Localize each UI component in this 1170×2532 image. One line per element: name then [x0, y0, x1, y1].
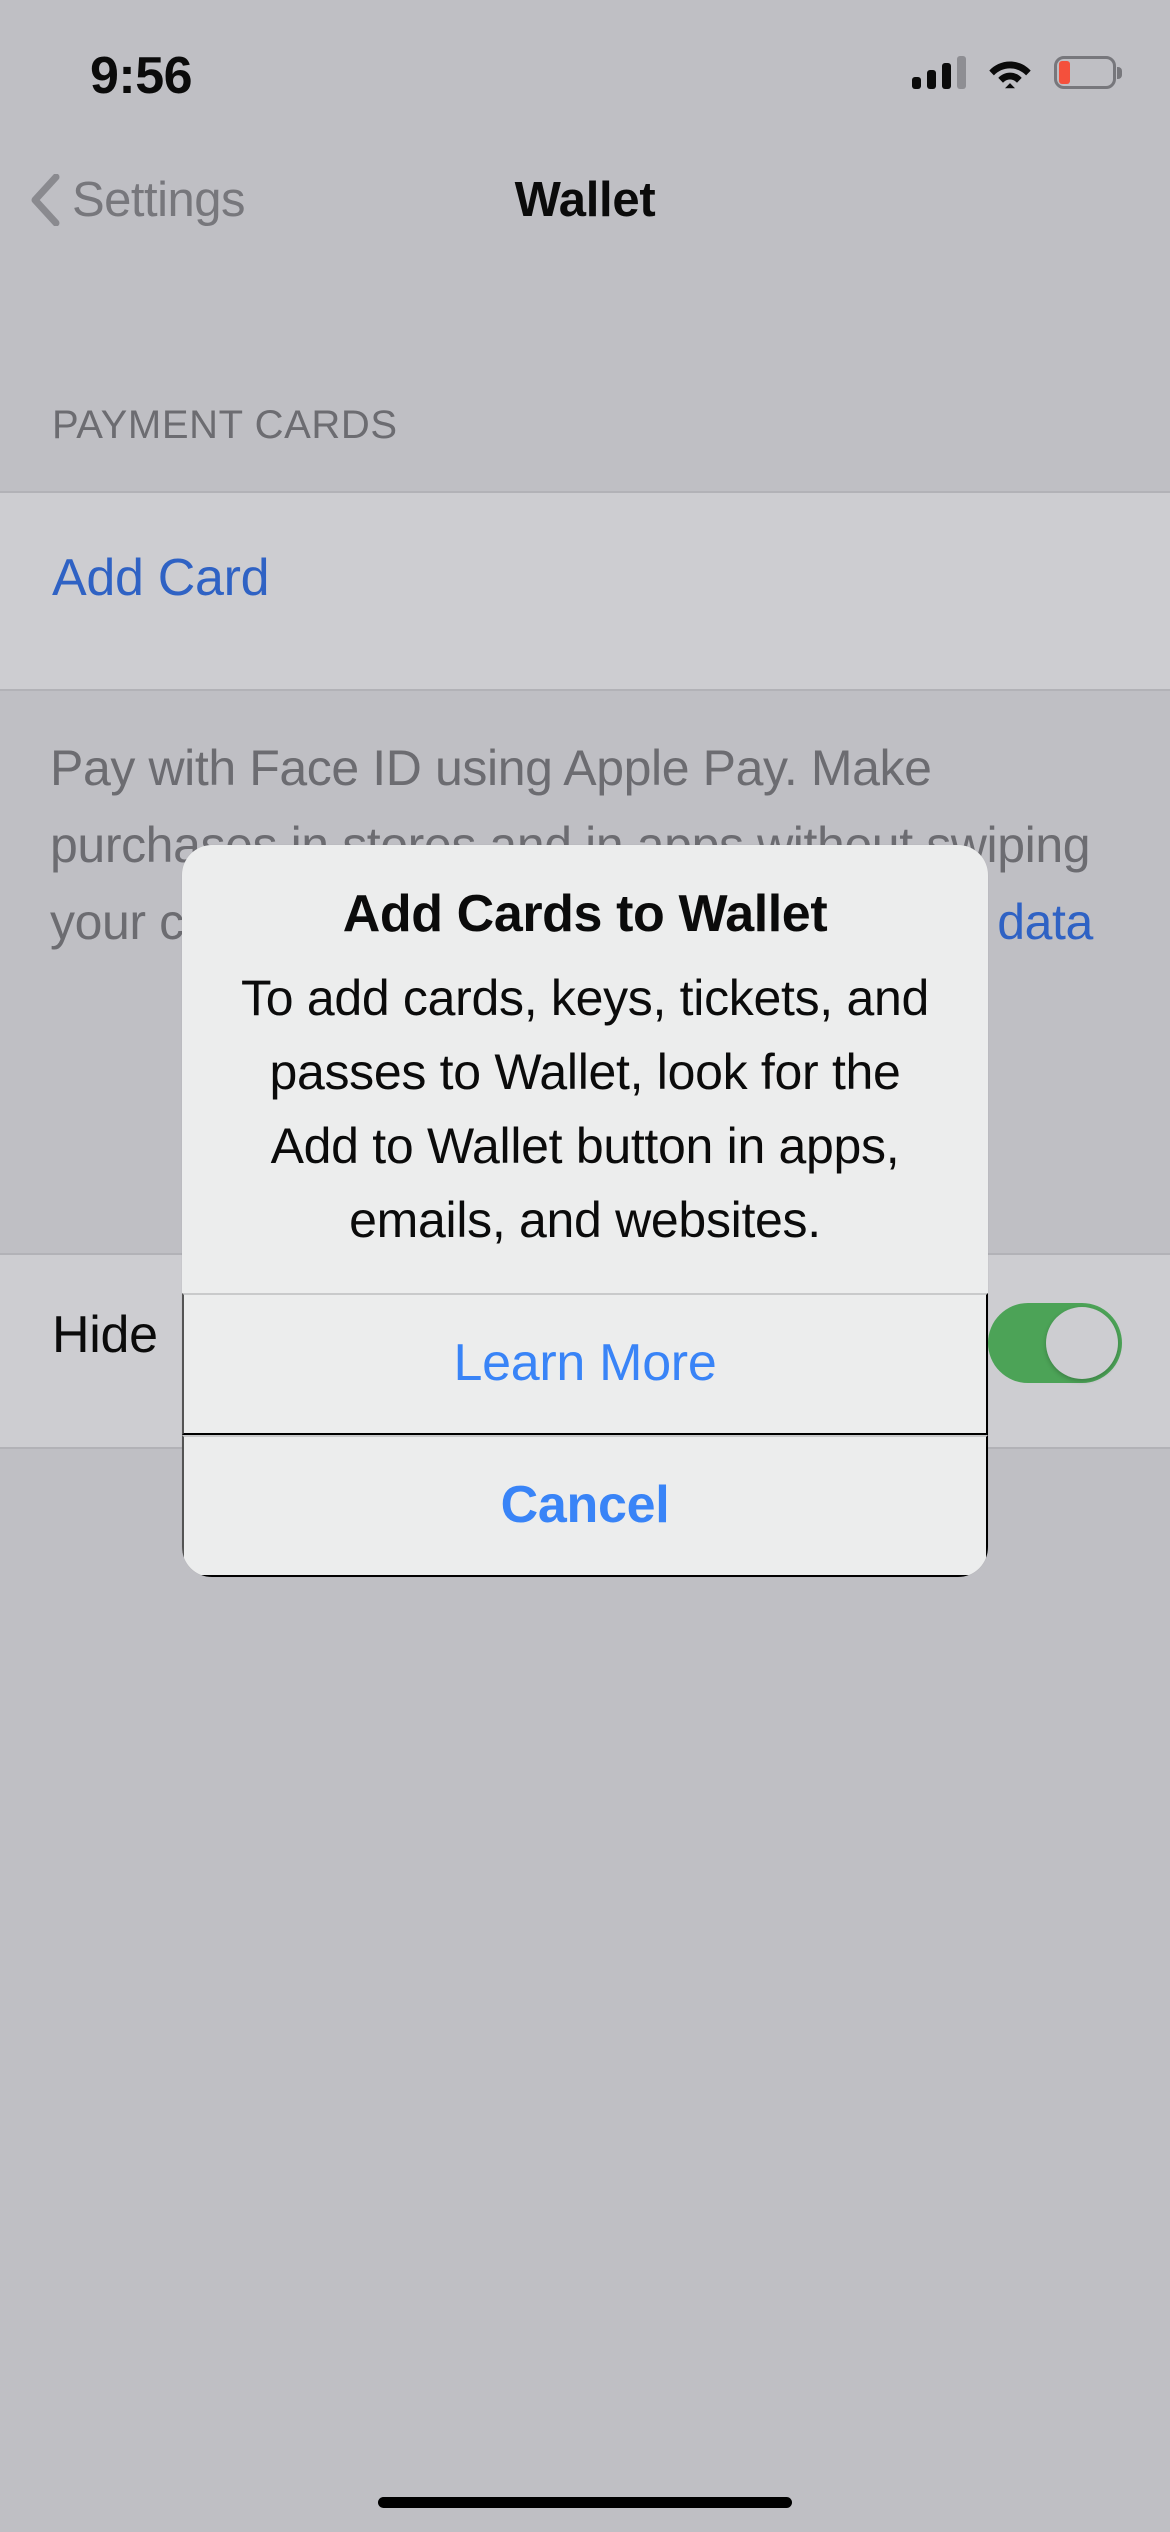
- battery-icon: [1054, 55, 1122, 89]
- add-card-row[interactable]: Add Card: [0, 491, 1170, 691]
- add-cards-alert-dialog: Add Cards to Wallet To add cards, keys, …: [182, 845, 988, 1577]
- section-header-payment-cards: PAYMENT CARDS: [52, 403, 398, 447]
- cancel-button[interactable]: Cancel: [182, 1435, 988, 1577]
- wifi-icon: [989, 61, 1031, 88]
- hide-row-label: Hide: [52, 1306, 158, 1364]
- page-title: Wallet: [514, 173, 656, 227]
- status-bar-clock: 9:56: [90, 47, 193, 105]
- alert-content: Add Cards to Wallet To add cards, keys, …: [182, 845, 988, 1293]
- battery-level-fill: [1059, 60, 1070, 84]
- alert-title: Add Cards to Wallet: [342, 885, 828, 943]
- navigation-bar: Settings Wallet: [0, 140, 1170, 260]
- status-bar-indicators: [912, 48, 1122, 96]
- status-bar: 9:56: [0, 0, 1170, 140]
- hide-toggle-switch[interactable]: [988, 1303, 1122, 1383]
- toggle-knob: [1046, 1307, 1118, 1379]
- cellular-bars-icon: [912, 55, 966, 89]
- battery-tip: [1117, 66, 1122, 79]
- alert-message: To add cards, keys, tickets, and passes …: [241, 970, 929, 1248]
- learn-more-button[interactable]: Learn More: [182, 1293, 988, 1435]
- home-indicator: [378, 2497, 792, 2508]
- add-card-label: Add Card: [52, 549, 270, 607]
